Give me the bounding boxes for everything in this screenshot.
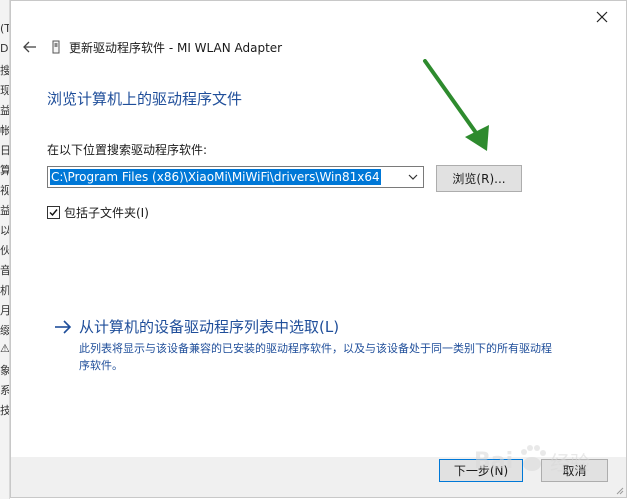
update-driver-dialog: 更新驱动程序软件 - MI WLAN Adapter 浏览计算机上的驱动程序文件… <box>10 0 627 498</box>
pick-from-list-link[interactable]: 从计算机的设备驱动程序列表中选取(L) <box>53 316 339 337</box>
resize-grip-icon[interactable] <box>614 485 624 495</box>
background-text-fragment: 益 <box>0 204 10 217</box>
background-text-fragment: 系 <box>0 384 10 397</box>
driver-path-combobox[interactable]: C:\Program Files (x86)\XiaoMi\MiWiFi\dri… <box>47 166 424 188</box>
back-button[interactable] <box>19 36 41 58</box>
pick-from-list-description: 此列表将显示与该设备兼容的已安装的驱动程序软件，以及与该设备处于同一类别下的所有… <box>79 342 552 372</box>
driver-path-value[interactable]: C:\Program Files (x86)\XiaoMi\MiWiFi\dri… <box>50 169 381 185</box>
close-button[interactable] <box>588 5 616 29</box>
include-subfolders-label: 包括子文件夹(I) <box>64 206 149 220</box>
background-text-fragment: 象 <box>0 364 10 377</box>
search-location-label: 在以下位置搜索驱动程序软件: <box>47 143 208 157</box>
background-text-fragment: 现 <box>0 84 10 97</box>
browse-button[interactable]: 浏览(R)... <box>436 165 522 192</box>
dialog-footer <box>11 457 626 497</box>
close-icon <box>596 11 608 23</box>
background-window-edge: (TDE搜现益帐日算视益以伙音机月缀⚠象系技 <box>0 0 10 499</box>
background-text-fragment: 搜 <box>0 64 10 77</box>
screenshot-stage: (TDE搜现益帐日算视益以伙音机月缀⚠象系技 <box>0 0 628 499</box>
background-text-fragment: 缀 <box>0 324 10 337</box>
dialog-header: 更新驱动程序软件 - MI WLAN Adapter <box>19 36 282 58</box>
page-title: 浏览计算机上的驱动程序文件 <box>47 90 243 108</box>
dialog-header-title: 更新驱动程序软件 - MI WLAN Adapter <box>69 40 283 55</box>
back-arrow-icon <box>23 41 36 53</box>
background-text-fragment: DE <box>0 42 9 55</box>
background-text-fragment: 视 <box>0 184 10 197</box>
background-text-fragment: 日 <box>0 144 10 157</box>
arrow-right-icon <box>53 317 73 337</box>
background-text-fragment: 音 <box>0 264 10 277</box>
background-text-fragment: 帐 <box>0 124 10 137</box>
pick-from-list-link-text[interactable]: 从计算机的设备驱动程序列表中选取(L) <box>79 316 339 337</box>
network-adapter-icon <box>51 39 61 55</box>
next-button[interactable]: 下一步(N) <box>439 459 523 482</box>
background-text-fragment: 技 <box>0 404 10 417</box>
background-text-fragment: (T <box>0 22 10 35</box>
background-text-fragment: 益 <box>0 104 10 117</box>
background-text-fragment: 以 <box>0 224 10 237</box>
background-text-fragment: 算 <box>0 164 10 177</box>
include-subfolders-row[interactable]: 包括子文件夹(I) <box>47 204 149 221</box>
cancel-button[interactable]: 取消 <box>541 459 608 482</box>
background-text-fragment: 月 <box>0 304 10 317</box>
chevron-down-icon[interactable] <box>406 170 420 184</box>
background-text-fragment: 伙 <box>0 244 10 257</box>
include-subfolders-checkbox[interactable] <box>47 206 60 219</box>
checkmark-icon <box>49 209 58 217</box>
background-text-fragment: ⚠ <box>0 342 10 355</box>
background-text-fragment: 机 <box>0 284 10 297</box>
green-annotation-arrow <box>423 59 489 151</box>
